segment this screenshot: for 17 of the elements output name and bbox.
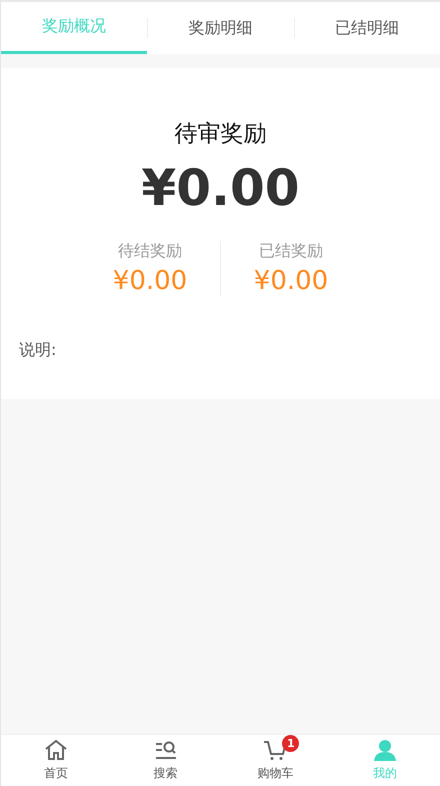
count-badge: 1 [282,735,300,752]
home-icon [44,739,68,761]
stat-label: 待结奖励 [118,241,182,262]
summary-amount: ¥0.00 [141,159,300,217]
summary-title: 待审奖励 [174,120,266,149]
note-label: 说明: [19,340,58,361]
tab[interactable]: 已结明细 [294,2,440,54]
stat-label: 已结奖励 [259,241,323,262]
cart-icon [263,739,288,761]
nav-item[interactable]: 搜索 [110,735,220,786]
nav-item[interactable]: 首页 [1,735,111,786]
tab[interactable]: 奖励明细 [147,2,294,54]
stat-amount: ¥0.00 [254,266,328,296]
search-icon [154,739,178,761]
stat-amount: ¥0.00 [112,266,188,296]
user-icon [373,739,398,761]
nav-item[interactable]: 1 购物车 [220,735,330,786]
